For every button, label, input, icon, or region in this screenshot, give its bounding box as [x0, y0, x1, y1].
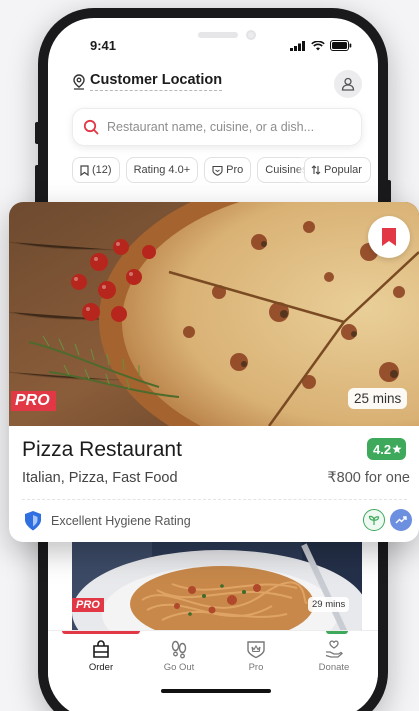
price-for-one: ₹800 for one: [327, 470, 410, 486]
tab-donate[interactable]: Donate: [304, 639, 364, 673]
delivery-time: 29 mins: [308, 597, 350, 612]
status-time: 9:41: [90, 38, 117, 53]
star-icon: [392, 444, 402, 454]
status-bar: 9:41: [48, 36, 378, 58]
hygiene-rating: Excellent Hygiene Rating: [23, 510, 191, 532]
phone-side-button: [35, 122, 40, 144]
sort-button[interactable]: Popular: [304, 157, 371, 183]
phone-side-button: [35, 165, 40, 205]
donate-hand-icon: [325, 640, 343, 658]
location-label: Customer Location: [90, 72, 223, 91]
sprout-icon: [363, 509, 385, 531]
filter-chips: (12) Rating 4.0+ Pro Cuisines: [72, 157, 316, 183]
pro-crown-icon: [247, 641, 265, 659]
filter-rating[interactable]: Rating 4.0+: [125, 157, 199, 183]
active-tab-indicator: [62, 631, 140, 634]
search-bar[interactable]: Restaurant name, cuisine, or a dish...: [72, 108, 362, 146]
tab-order[interactable]: Order: [71, 639, 131, 673]
bookmark-icon: [382, 228, 396, 246]
signal-icon: [290, 40, 305, 51]
divider: [22, 499, 407, 500]
pro-badge: PRO: [72, 598, 104, 612]
tab-accent-indicator: [326, 631, 348, 634]
pro-badge: PRO: [11, 391, 56, 411]
wifi-icon: [311, 40, 325, 50]
user-icon: [341, 77, 355, 91]
restaurant-name: Pizza Restaurant: [22, 438, 182, 461]
tab-pro[interactable]: Pro: [226, 639, 286, 673]
filter-label: Rating 4.0+: [133, 164, 191, 176]
bookmark-icon: [80, 164, 89, 176]
filter-bookmarks[interactable]: (12): [72, 157, 120, 183]
featured-restaurant-card[interactable]: PRO 25 mins Pizza Restaurant 4.2 Italian…: [9, 202, 419, 542]
home-indicator: [161, 689, 271, 693]
tab-label: Order: [88, 662, 114, 673]
restaurant-card-image[interactable]: [72, 540, 362, 640]
search-icon: [83, 119, 99, 135]
spaghetti-photo: [72, 540, 362, 640]
rating-badge: 4.2: [367, 438, 407, 460]
location-selector[interactable]: Customer Location: [72, 72, 223, 91]
rating-value: 4.2: [373, 441, 392, 457]
filter-pro[interactable]: Pro: [204, 157, 252, 183]
pro-shield-icon: [212, 165, 223, 176]
location-pin-icon: [73, 73, 85, 90]
restaurant-cuisines: Italian, Pizza, Fast Food: [22, 470, 178, 486]
bag-icon: [93, 640, 109, 658]
bookmark-button[interactable]: [368, 216, 410, 258]
shield-icon: [25, 511, 41, 531]
trending-icon: [390, 509, 412, 531]
filter-label: Pro: [226, 164, 244, 176]
system-icons: [290, 40, 352, 51]
filter-label: Cuisines: [265, 164, 308, 176]
sort-icon: [311, 165, 321, 175]
tab-label: Pro: [248, 662, 264, 673]
tab-label: Go Out: [163, 662, 195, 673]
hygiene-label: Excellent Hygiene Rating: [51, 514, 191, 528]
footprints-icon: [171, 640, 187, 659]
battery-icon: [330, 40, 352, 51]
bottom-tab-bar: Order Go Out Pro Donate: [48, 630, 378, 690]
sort-label: Popular: [324, 164, 362, 176]
profile-avatar[interactable]: [334, 70, 362, 98]
tab-label: Donate: [318, 662, 350, 673]
tab-go-out[interactable]: Go Out: [149, 639, 209, 673]
search-placeholder: Restaurant name, cuisine, or a dish...: [107, 120, 315, 134]
delivery-time: 25 mins: [348, 388, 408, 409]
filter-label: (12): [92, 164, 112, 176]
feature-icons: [363, 509, 412, 531]
